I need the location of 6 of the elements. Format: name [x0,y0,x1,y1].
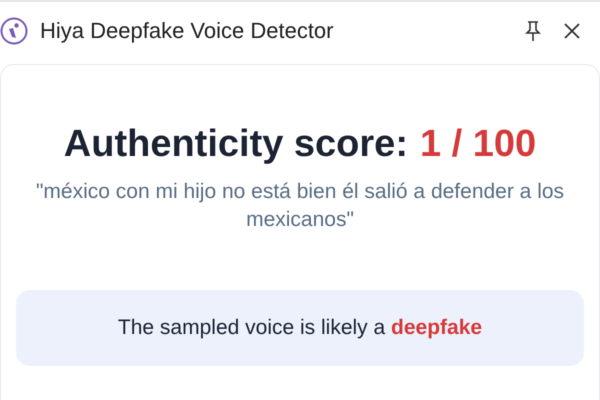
transcript-text: "méxico con mi hijo no está bien él salió a defender a los mexicanos" [34,179,566,233]
logo-icon [0,17,28,45]
score-label: Authenticity score: [64,123,408,166]
window-title: Hiya Deepfake Voice Detector [40,18,334,44]
score-value: 1 / 100 [420,123,536,166]
verdict-banner: The sampled voice is likely a deepfake [16,290,584,366]
